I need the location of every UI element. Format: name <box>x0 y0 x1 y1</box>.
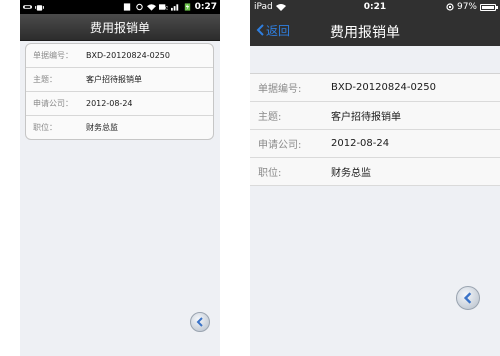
field-value: 客户招待报销单 <box>331 112 401 123</box>
chevron-left-icon <box>196 317 203 327</box>
chevron-left-icon <box>463 292 472 304</box>
field-value: BXD-20120824-0250 <box>86 51 170 60</box>
detail-row-doc-number: 单据编号: BXD-20120824-0250 <box>250 74 500 102</box>
field-label: 职位: <box>258 168 282 179</box>
back-button[interactable]: 返回 <box>256 14 290 46</box>
sim-icon <box>123 3 130 11</box>
detail-row-subject: 主题： 客户招待报销单 <box>26 68 213 92</box>
battery-icon <box>480 3 498 11</box>
page-title: 费用报销单 <box>89 20 150 35</box>
field-label: 单据编号： <box>33 51 73 60</box>
detail-row-doc-number: 单据编号： BXD-20120824-0250 <box>26 44 213 68</box>
chevron-left-icon <box>256 24 264 36</box>
detail-card: 单据编号： BXD-20120824-0250 主题： 客户招待报销单 申请公司… <box>25 43 214 140</box>
field-label: 申请公司: <box>258 140 302 151</box>
battery-level-fill <box>482 5 494 9</box>
field-value: BXD-20120824-0250 <box>331 82 436 93</box>
ios-screen: iPad 0:21 97% 返回 费用报销单 单据编号: BXD-2012082… <box>250 0 500 356</box>
field-label: 职位： <box>33 123 57 132</box>
android-title-bar: 费用报销单 <box>20 14 220 41</box>
battery-percent: 97% <box>456 2 477 12</box>
field-value: 2012-08-24 <box>331 138 390 149</box>
back-button-label: 返回 <box>266 23 291 38</box>
battery-charging-icon <box>184 3 190 11</box>
detail-row-subject: 主题: 客户招待报销单 <box>250 102 500 130</box>
field-value: 财务总监 <box>331 168 371 179</box>
field-label: 单据编号: <box>258 84 302 95</box>
ios-status-bar: iPad 0:21 97% <box>250 0 500 14</box>
sync-icon <box>135 3 143 11</box>
data-icon: G <box>158 4 168 11</box>
signal-icon <box>170 4 178 11</box>
ios-nav-bar: 返回 费用报销单 <box>250 14 500 46</box>
detail-row-position: 职位: 财务总监 <box>250 158 500 186</box>
floating-back-button[interactable] <box>456 286 480 310</box>
usb-icon <box>23 5 32 9</box>
field-value: 财务总监 <box>86 123 118 132</box>
field-label: 申请公司： <box>33 99 73 108</box>
rotation-lock-icon <box>446 3 454 11</box>
detail-row-position: 职位： 财务总监 <box>26 116 213 139</box>
detail-row-company: 申请公司： 2012-08-24 <box>26 92 213 116</box>
android-clock: 0:27 <box>194 2 217 12</box>
android-robot-icon <box>35 5 44 11</box>
page-title: 费用报销单 <box>330 25 400 41</box>
detail-list: 单据编号: BXD-20120824-0250 主题: 客户招待报销单 申请公司… <box>250 73 500 186</box>
field-label: 主题： <box>33 75 57 84</box>
field-value: 客户招待报销单 <box>86 75 142 84</box>
field-value: 2012-08-24 <box>86 99 133 108</box>
wifi-icon <box>146 4 156 11</box>
field-label: 主题: <box>258 112 282 123</box>
detail-row-company: 申请公司: 2012-08-24 <box>250 130 500 158</box>
android-status-bar: G 0:27 <box>20 0 220 14</box>
android-screen: G 0:27 费用报销单 单据编号： BXD-20120824-0250 主题：… <box>20 0 220 356</box>
svg-text:G: G <box>165 6 168 11</box>
floating-back-button[interactable] <box>190 312 210 332</box>
